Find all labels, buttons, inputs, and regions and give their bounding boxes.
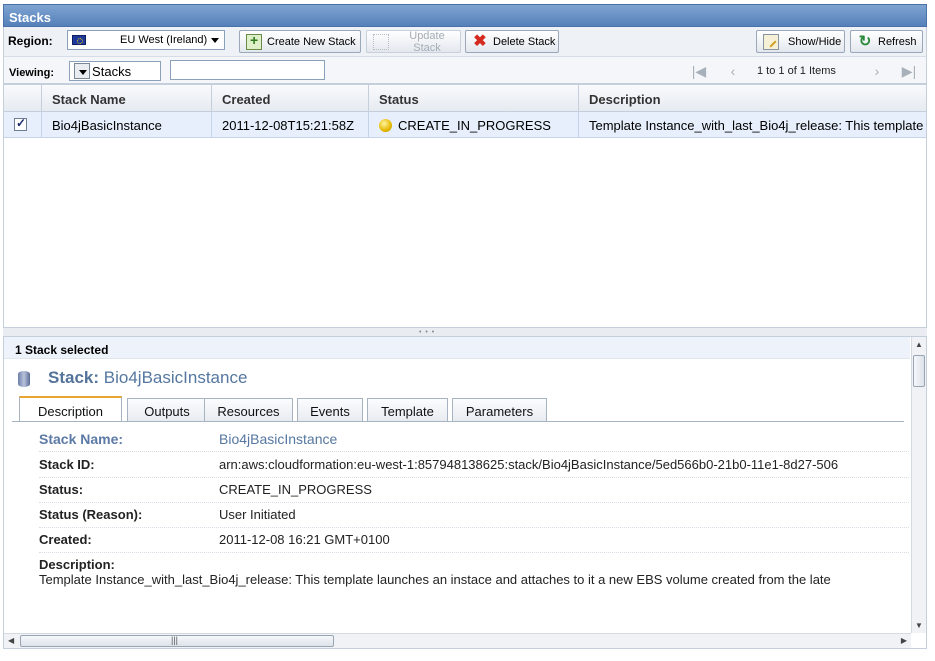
tab-events[interactable]: Events — [297, 398, 363, 421]
stack-title-name: Bio4jBasicInstance — [103, 368, 248, 387]
prop-key: Created: — [39, 532, 92, 547]
delete-label: Delete Stack — [493, 35, 556, 48]
create-new-stack-button[interactable]: Create New Stack — [239, 30, 361, 53]
delete-x-icon: ✖ — [473, 32, 487, 50]
columns-icon — [763, 33, 779, 50]
tab-parameters[interactable]: Parameters — [452, 398, 547, 421]
prop-key: Status (Reason): — [39, 507, 143, 522]
select-column-header — [4, 85, 42, 112]
table-row[interactable]: Bio4jBasicInstance 2011-12-08T15:21:58Z … — [4, 112, 926, 138]
prop-key: Description: — [39, 557, 115, 572]
eu-flag-icon — [72, 35, 86, 45]
showhide-label: Show/Hide — [788, 35, 842, 48]
column-header-description[interactable]: Description — [579, 85, 926, 112]
update-label: Update Stack — [409, 29, 445, 54]
add-icon — [246, 32, 262, 50]
horizontal-scrollbar[interactable]: ◀ ||| ▶ — [4, 633, 911, 648]
tab-divider — [12, 421, 904, 422]
column-header-created[interactable]: Created — [212, 85, 369, 112]
refresh-button[interactable]: ↻ Refresh — [850, 30, 923, 53]
create-label: Create New Stack — [267, 35, 356, 48]
scroll-right-icon[interactable]: ▶ — [901, 636, 907, 645]
delete-stack-button[interactable]: ✖ Delete Stack — [465, 30, 559, 53]
first-page-icon[interactable]: |◀ — [690, 62, 708, 80]
vertical-scrollbar[interactable]: ▲ ▼ — [911, 337, 926, 633]
table-header: Stack Name Created Status Description — [4, 85, 926, 112]
viewing-label: Viewing: — [9, 67, 55, 79]
prop-row-stack-name: Stack Name: Bio4jBasicInstance — [39, 427, 909, 452]
database-icon — [18, 371, 30, 387]
stacks-table: Stack Name Created Status Description Bi… — [3, 84, 927, 328]
scroll-left-icon[interactable]: ◀ — [8, 636, 14, 645]
prop-value: Bio4jBasicInstance — [219, 431, 338, 447]
update-stack-button[interactable]: Update Stack — [366, 29, 461, 54]
panel-splitter[interactable]: • • • — [3, 328, 927, 336]
edit-icon — [373, 33, 389, 50]
main-toolbar: Region: EU West (Ireland) Create New Sta… — [3, 27, 927, 56]
prop-row-stack-id: Stack ID: arn:aws:cloudformation:eu-west… — [39, 453, 909, 478]
stack-title: Stack: Bio4jBasicInstance — [18, 368, 247, 388]
prop-value: Template Instance_with_last_Bio4j_releas… — [39, 572, 831, 587]
selection-header: 1 Stack selected — [4, 337, 910, 359]
tab-template[interactable]: Template — [367, 398, 448, 421]
vertical-scroll-thumb[interactable] — [913, 355, 925, 387]
filter-toolbar: Viewing: All Stacks |◀ ‹ 1 to 1 of 1 Ite… — [3, 56, 927, 84]
stack-title-prefix: Stack: — [48, 368, 100, 387]
status-in-progress-icon — [379, 119, 392, 132]
prop-row-status-reason: Status (Reason): User Initiated — [39, 503, 909, 528]
refresh-icon: ↻ — [858, 32, 872, 50]
row-select-cell[interactable] — [4, 112, 42, 138]
column-header-stack-name[interactable]: Stack Name — [42, 85, 212, 112]
region-value: EU West (Ireland) — [120, 34, 208, 46]
tab-resources[interactable]: Resources — [204, 398, 293, 421]
cell-description: Template Instance_with_last_Bio4j_releas… — [589, 118, 926, 133]
show-hide-button[interactable]: Show/Hide — [756, 30, 845, 53]
scroll-down-icon[interactable]: ▼ — [915, 621, 923, 630]
region-label: Region: — [8, 34, 53, 48]
search-input[interactable] — [170, 60, 325, 80]
scroll-grip-icon: ||| — [171, 635, 179, 645]
cell-stack-name: Bio4jBasicInstance — [42, 112, 212, 138]
horizontal-scroll-thumb[interactable]: ||| — [20, 635, 334, 647]
pager-text: 1 to 1 of 1 Items — [757, 65, 836, 77]
prop-value: arn:aws:cloudformation:eu-west-1:8579481… — [219, 457, 839, 472]
prop-row-description: Description: Template Instance_with_last… — [39, 553, 909, 593]
tab-outputs[interactable]: Outputs — [127, 398, 207, 421]
prev-page-icon[interactable]: ‹ — [724, 62, 742, 80]
prop-key: Status: — [39, 482, 84, 497]
row-checkbox[interactable] — [14, 116, 27, 131]
next-page-icon[interactable]: › — [868, 62, 886, 80]
prop-key: Stack Name: — [39, 431, 124, 447]
scroll-up-icon[interactable]: ▲ — [915, 340, 923, 349]
prop-value: CREATE_IN_PROGRESS — [219, 482, 372, 497]
viewing-select[interactable]: All Stacks — [69, 61, 161, 81]
splitter-grip-icon: • • • — [419, 329, 436, 336]
prop-value: 2011-12-08 16:21 GMT+0100 — [219, 532, 390, 547]
last-page-icon[interactable]: ▶| — [900, 62, 918, 80]
panel-title: Stacks — [3, 4, 927, 27]
cell-status-text: CREATE_IN_PROGRESS — [398, 118, 551, 133]
prop-value: User Initiated — [219, 507, 296, 522]
pager: |◀ ‹ 1 to 1 of 1 Items › ▶| — [690, 62, 920, 80]
cell-created: 2011-12-08T15:21:58Z — [212, 112, 369, 138]
chevron-down-icon — [74, 63, 90, 79]
prop-row-created: Created: 2011-12-08 16:21 GMT+0100 — [39, 528, 909, 553]
tab-description[interactable]: Description — [19, 396, 122, 421]
cell-status: CREATE_IN_PROGRESS — [369, 112, 579, 138]
region-select[interactable]: EU West (Ireland) — [67, 30, 225, 50]
chevron-down-icon — [211, 38, 219, 43]
prop-row-status: Status: CREATE_IN_PROGRESS — [39, 478, 909, 503]
stack-detail-panel: 1 Stack selected Stack: Bio4jBasicInstan… — [3, 336, 927, 649]
column-header-status[interactable]: Status — [369, 85, 579, 112]
prop-key: Stack ID: — [39, 457, 95, 472]
refresh-label: Refresh — [878, 35, 917, 48]
